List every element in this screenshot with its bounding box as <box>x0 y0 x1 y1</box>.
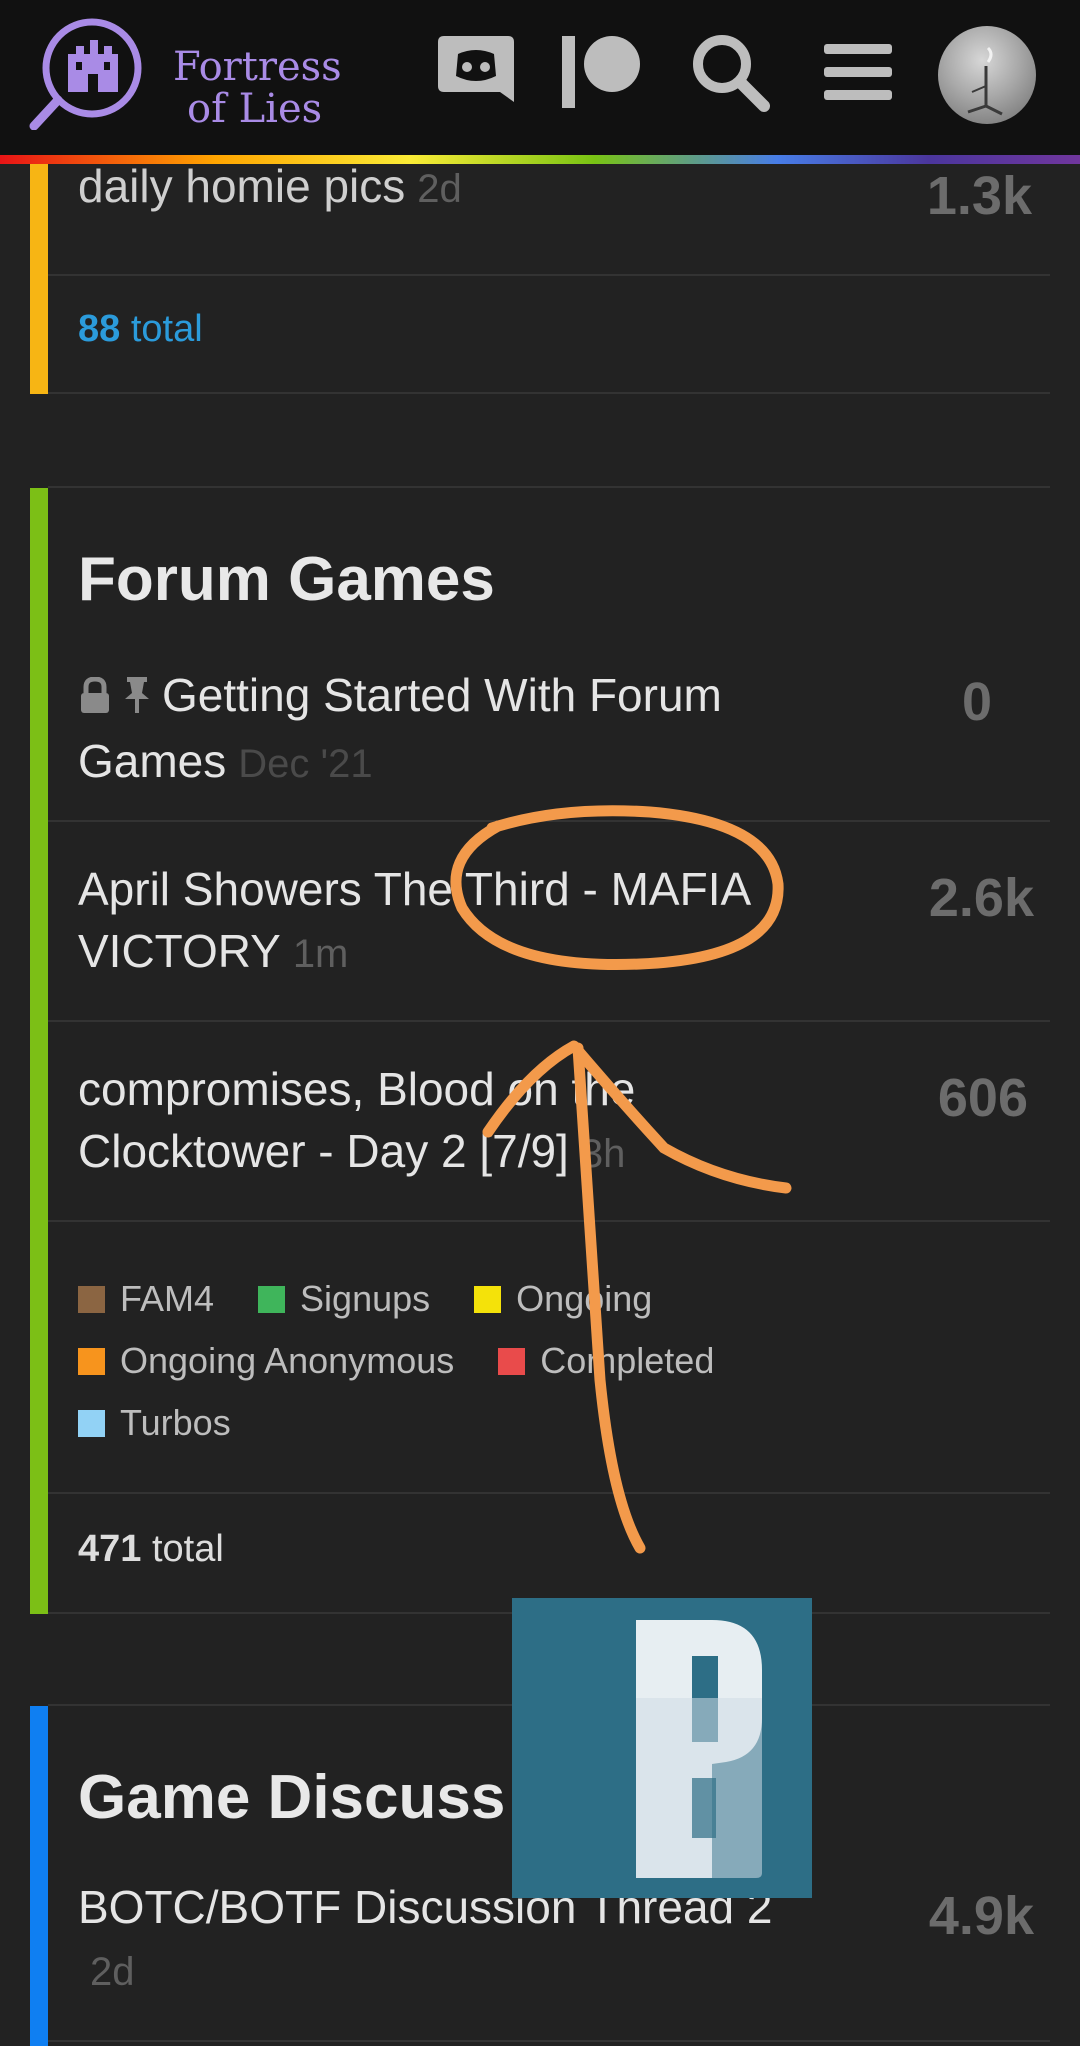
topic-title-line-2[interactable]: Clocktower - Day 2 [7/9] <box>78 1125 569 1177</box>
category-title[interactable]: Game Discuss <box>78 1762 505 1833</box>
subcategory-swatch <box>78 1285 105 1313</box>
subcategory-swatch <box>474 1285 502 1313</box>
category-bottom-divider <box>48 392 1050 394</box>
subcategory-label: Turbos <box>120 1402 231 1443</box>
pin-icon <box>122 668 152 730</box>
patreon-icon[interactable] <box>560 30 644 114</box>
subcategory-fam4[interactable]: FAM4 <box>78 1278 214 1320</box>
row-divider <box>48 274 1050 276</box>
topic-reply-count: 0 <box>961 672 992 732</box>
total-label: total <box>151 1528 224 1570</box>
subcategory-ongoing[interactable]: Ongoing <box>474 1278 652 1320</box>
category-previous: daily homie pics 2d 1.3k 88 total <box>30 163 1050 394</box>
subcategory-ongoing-anonymous[interactable]: Ongoing Anonymous <box>78 1340 454 1382</box>
topic-reply-count: 606 <box>937 1068 1028 1128</box>
magnifier-castle-icon <box>29 18 142 131</box>
category-color-bar <box>30 164 48 394</box>
row-divider <box>48 1220 1050 1222</box>
category-color-bar <box>30 488 48 1614</box>
subcategory-label: Completed <box>540 1340 715 1381</box>
topic-row-compromises[interactable]: compromises, Blood on the Clocktower - D… <box>78 1058 878 1185</box>
site-logo[interactable]: Fortress of Lies <box>28 18 348 131</box>
topic-reply-count: 1.3k <box>926 166 1032 226</box>
subcategory-label: FAM4 <box>120 1278 215 1319</box>
app-logo-overlay <box>512 1598 812 1898</box>
category-color-bar <box>30 1706 48 2046</box>
subcategory-legend-row-3: Turbos <box>78 1402 265 1446</box>
category-forum-games: Forum Games Getting Started With Forum G… <box>30 488 1050 1614</box>
row-divider <box>48 820 1050 822</box>
topic-title[interactable]: daily homie pics <box>78 160 405 212</box>
topic-row-getting-started[interactable]: Getting Started With Forum Games Dec '21 <box>78 664 878 795</box>
row-divider <box>48 1492 1050 1494</box>
topic-title-line-1[interactable]: April Showers The Third - MAFIA <box>78 858 878 920</box>
topic-title-line-2[interactable]: VICTORY <box>78 925 281 977</box>
subcategory-turbos[interactable]: Turbos <box>78 1402 231 1444</box>
total-count: 471 <box>78 1528 142 1570</box>
row-divider <box>48 1020 1050 1022</box>
lock-icon <box>78 668 112 730</box>
subcategory-label: Signups <box>300 1278 431 1319</box>
discord-icon[interactable] <box>434 30 518 114</box>
hamburger-menu-icon[interactable] <box>816 30 900 114</box>
subcategory-label: Ongoing <box>516 1278 653 1319</box>
logo-line-2: of Lies <box>187 86 323 132</box>
subcategory-swatch <box>258 1285 286 1313</box>
site-logo-text: Fortress of Lies <box>173 46 342 130</box>
subcategory-signups[interactable]: Signups <box>258 1278 430 1320</box>
total-count: 88 <box>78 308 121 350</box>
logo-line-1: Fortress <box>173 44 342 90</box>
topic-reply-count: 2.6k <box>928 868 1034 928</box>
search-icon[interactable] <box>688 30 772 114</box>
topic-age: 2d <box>90 1950 135 1994</box>
subcategory-swatch <box>498 1347 526 1375</box>
subcategory-label: Ongoing Anonymous <box>120 1340 455 1381</box>
subcategory-swatch <box>78 1347 105 1375</box>
category-title[interactable]: Forum Games <box>78 544 495 615</box>
row-divider <box>48 2040 1050 2042</box>
subcategory-legend-row-1: FAM4 Signups Ongoing <box>78 1278 686 1322</box>
topic-row-april-showers[interactable]: April Showers The Third - MAFIA VICTORY 1… <box>78 858 878 985</box>
topic-age: Dec '21 <box>238 741 373 786</box>
topic-reply-count: 4.9k <box>928 1886 1034 1946</box>
total-label: total <box>130 308 203 350</box>
subcategory-completed[interactable]: Completed <box>498 1340 714 1382</box>
topic-title-line-1[interactable]: compromises, Blood on the <box>78 1058 878 1120</box>
category-total-link[interactable]: 88 total <box>78 308 203 351</box>
site-header: Fortress of Lies <box>0 0 1080 155</box>
user-avatar[interactable] <box>938 26 1036 124</box>
topic-age: 3h <box>580 1132 626 1176</box>
topic-title[interactable]: Getting Started With Forum Games <box>78 669 722 787</box>
topic-age: 2d <box>417 167 462 211</box>
p-logo-icon <box>636 1620 762 1878</box>
topic-age: 1m <box>292 932 349 976</box>
topic-row[interactable]: daily homie pics 2d <box>78 163 878 211</box>
subcategory-swatch <box>78 1409 105 1437</box>
category-total-link[interactable]: 471 total <box>78 1528 224 1571</box>
subcategory-legend-row-2: Ongoing Anonymous Completed <box>78 1340 748 1384</box>
